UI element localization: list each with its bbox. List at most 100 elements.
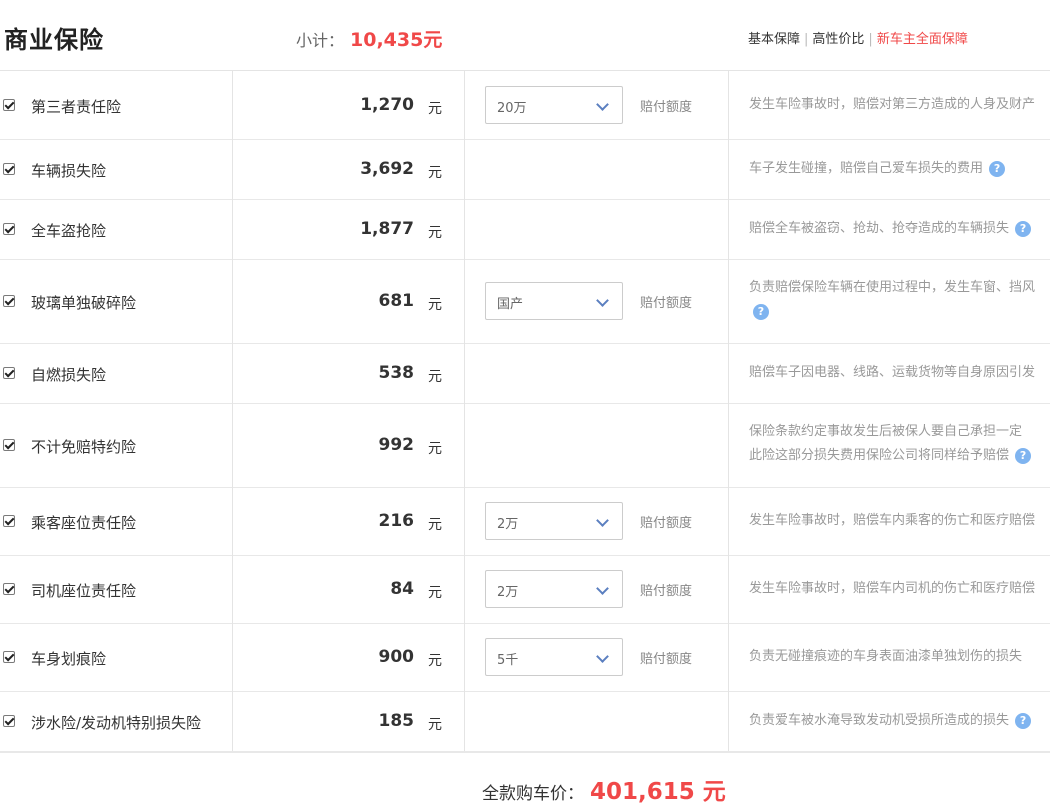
table-row: 自燃损失险 538 元 赔偿车子因电器、线路、运载货物等自身原因引发	[0, 343, 1050, 404]
divider	[464, 403, 465, 487]
divider	[728, 139, 729, 199]
include-checkbox[interactable]	[3, 223, 15, 235]
divider	[464, 199, 465, 259]
total-price-label: 全款购车价：	[482, 784, 584, 804]
subtotal: 小计： 10,435元	[296, 25, 442, 52]
divider	[464, 623, 465, 691]
include-checkbox[interactable]	[3, 583, 15, 595]
include-checkbox[interactable]	[3, 651, 15, 663]
insurance-description: 发生车险事故时，赔偿对第三方造成的人身及财产	[749, 93, 1049, 117]
include-checkbox[interactable]	[3, 515, 15, 527]
insurance-price: 185	[378, 711, 415, 731]
description-text: 保险条款约定事故发生后被保人要自己承担一定	[749, 424, 1023, 439]
divider	[232, 139, 233, 199]
description-text: 负责无碰撞痕迹的车身表面油漆单独划伤的损失	[749, 649, 1023, 664]
insurance-name: 司机座位责任险	[31, 582, 137, 600]
table-row: 玻璃单独破碎险 681 元 国产 赔付额度 负责赔偿保险车辆在使用过程中，发生车…	[0, 259, 1050, 344]
coverage-select[interactable]: 国产	[485, 282, 623, 320]
table-row: 司机座位责任险 84 元 2万 赔付额度 发生车险事故时，赔偿车内司机的伤亡和医…	[0, 555, 1050, 624]
currency-unit: 元	[428, 717, 442, 733]
coverage-select[interactable]: 5千	[485, 638, 623, 676]
currency-unit: 元	[428, 517, 442, 533]
description-text: 发生车险事故时，赔偿对第三方造成的人身及财产	[749, 97, 1036, 112]
coverage-select[interactable]: 2万	[485, 570, 623, 608]
currency-unit: 元	[428, 225, 442, 241]
plan-full-link[interactable]: 新车主全面保障	[877, 32, 968, 47]
description-text: 赔偿车子因电器、线路、运载货物等自身原因引发	[749, 365, 1036, 380]
help-icon[interactable]: ?	[1015, 220, 1032, 237]
chevron-down-icon	[596, 582, 609, 595]
description-text: 此险这部分损失费用保险公司将同样给予赔偿	[749, 448, 1010, 463]
insurance-table: 第三者责任险 1,270 元 20万 赔付额度 发生车险事故时，赔偿对第三方造成…	[0, 70, 1050, 752]
divider	[232, 199, 233, 259]
include-checkbox[interactable]	[3, 715, 15, 727]
subtotal-label: 小计：	[296, 31, 345, 50]
divider	[464, 555, 465, 623]
include-checkbox[interactable]	[3, 295, 15, 307]
insurance-description: 负责无碰撞痕迹的车身表面油漆单独划伤的损失	[749, 645, 1049, 669]
include-checkbox[interactable]	[3, 367, 15, 379]
chevron-down-icon	[596, 514, 609, 527]
divider	[728, 555, 729, 623]
divider	[728, 71, 729, 139]
divider	[232, 555, 233, 623]
include-checkbox[interactable]	[3, 439, 15, 451]
divider	[232, 343, 233, 403]
divider	[232, 259, 233, 343]
insurance-price: 3,692	[360, 159, 414, 179]
divider	[728, 691, 729, 751]
coverage-select[interactable]: 20万	[485, 86, 623, 124]
insurance-name: 自燃损失险	[31, 366, 107, 384]
help-icon[interactable]: ?	[1015, 447, 1032, 464]
divider	[232, 487, 233, 555]
help-icon[interactable]: ?	[753, 303, 769, 320]
insurance-description: 保险条款约定事故发生后被保人要自己承担一定 此险这部分损失费用保险公司将同样给予赔…	[749, 420, 1049, 468]
insurance-name: 车身划痕险	[31, 650, 107, 668]
divider	[464, 139, 465, 199]
currency-unit: 元	[428, 165, 442, 181]
divider	[464, 691, 465, 751]
insurance-price: 900	[378, 647, 415, 667]
insurance-price: 216	[378, 511, 415, 531]
divider	[232, 71, 233, 139]
divider	[0, 751, 1050, 753]
divider	[728, 623, 729, 691]
include-checkbox[interactable]	[3, 163, 15, 175]
description-text: 车子发生碰撞，赔偿自己爱车损失的费用	[749, 161, 984, 176]
plan-basic-link[interactable]: 基本保障	[748, 32, 800, 47]
insurance-description: 赔偿车子因电器、线路、运载货物等自身原因引发	[749, 361, 1049, 385]
divider	[728, 403, 729, 487]
table-row: 涉水险/发动机特别损失险 185 元 负责爱车被水淹导致发动机受损所造成的损失?	[0, 691, 1050, 752]
coverage-amount-label: 赔付额度	[640, 652, 693, 667]
currency-unit: 元	[428, 441, 442, 457]
divider	[464, 259, 465, 343]
currency-unit: 元	[428, 297, 442, 313]
insurance-description: 负责爱车被水淹导致发动机受损所造成的损失?	[749, 709, 1049, 733]
coverage-amount-label: 赔付额度	[640, 296, 693, 311]
insurance-description: 发生车险事故时，赔偿车内司机的伤亡和医疗赔偿	[749, 577, 1049, 601]
page-title: 商业保险	[4, 26, 104, 54]
currency-unit: 元	[428, 585, 442, 601]
coverage-amount-label: 赔付额度	[640, 100, 693, 115]
insurance-description: 车子发生碰撞，赔偿自己爱车损失的费用?	[749, 157, 1049, 181]
divider	[232, 623, 233, 691]
help-icon[interactable]: ?	[989, 160, 1006, 177]
coverage-select-value: 5千	[497, 653, 519, 668]
coverage-select-value: 2万	[497, 517, 519, 532]
divider	[728, 259, 729, 343]
divider	[464, 71, 465, 139]
coverage-amount-label: 赔付额度	[640, 516, 693, 531]
header: 商业保险 小计： 10,435元 基本保障 | 高性价比 | 新车主全面保障	[0, 0, 1050, 70]
plan-value-link[interactable]: 高性价比	[812, 32, 864, 47]
insurance-price: 1,270	[360, 95, 414, 115]
divider	[728, 487, 729, 555]
divider	[728, 199, 729, 259]
help-icon[interactable]: ?	[1015, 712, 1032, 729]
insurance-name: 玻璃单独破碎险	[31, 294, 137, 312]
include-checkbox[interactable]	[3, 99, 15, 111]
insurance-description: 赔偿全车被盗窃、抢劫、抢夺造成的车辆损失?	[749, 217, 1049, 241]
total-price-value: 401,615 元	[590, 779, 726, 805]
coverage-select[interactable]: 2万	[485, 502, 623, 540]
divider	[464, 343, 465, 403]
currency-unit: 元	[428, 369, 442, 385]
